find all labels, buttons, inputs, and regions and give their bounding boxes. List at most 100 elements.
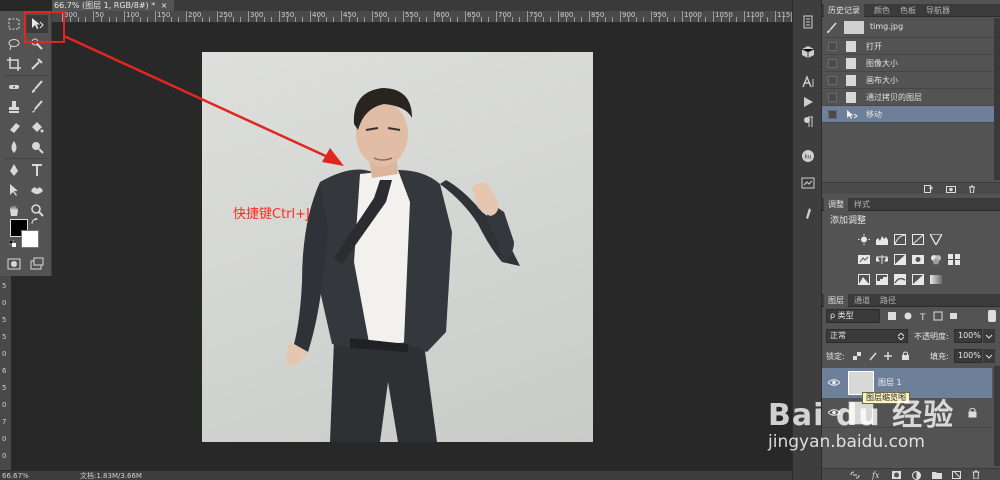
history-checkbox[interactable] xyxy=(828,42,837,51)
fill-input[interactable]: 100% xyxy=(954,349,982,363)
history-checkbox[interactable] xyxy=(828,93,837,102)
ruler-major-tick xyxy=(744,11,745,22)
history-checkbox[interactable] xyxy=(828,59,837,68)
ruler-minor-tick xyxy=(674,17,676,22)
link-layers-icon[interactable] xyxy=(850,471,860,479)
ruler-major-tick xyxy=(651,11,652,22)
layers-panel-footer: fx xyxy=(822,468,1000,480)
history-snapshot-row[interactable]: timg.jpg xyxy=(822,18,994,38)
blend-mode-select[interactable]: 正常 xyxy=(826,329,908,343)
ruler-minor-tick xyxy=(426,17,428,22)
vibrance-icon[interactable] xyxy=(928,233,944,247)
threshold-icon[interactable] xyxy=(894,274,906,285)
ruler-tick-label: 0 xyxy=(2,435,7,443)
history-item-label: 图像大小 xyxy=(866,59,898,68)
lock-icon xyxy=(968,407,977,418)
selective-color-icon[interactable] xyxy=(930,274,942,285)
info-panel-icon[interactable] xyxy=(800,175,816,191)
ruler-minor-tick xyxy=(596,17,598,22)
ruler-minor-tick xyxy=(666,17,668,22)
exposure-icon[interactable] xyxy=(912,234,924,245)
swap-colors-icon[interactable] xyxy=(31,217,39,226)
layers-scrollbar[interactable] xyxy=(994,366,1000,466)
history-item[interactable]: 画布大小 xyxy=(822,72,994,89)
new-group-folder-icon[interactable] xyxy=(932,471,942,479)
3d-panel-icon[interactable] xyxy=(800,44,816,60)
history-scrollbar[interactable] xyxy=(994,18,1000,180)
trash-icon[interactable] xyxy=(968,185,976,193)
character-panel-icon[interactable] xyxy=(800,74,816,90)
fill-dropdown-button[interactable] xyxy=(983,349,995,363)
layer-style-fx-icon[interactable]: fx xyxy=(872,470,882,480)
history-panel-icon[interactable] xyxy=(800,14,816,30)
ruler-minor-tick xyxy=(488,17,490,22)
adjustments-panel-tabs: 调整 样式 xyxy=(822,198,1000,211)
ruler-tick-label: 5 xyxy=(2,384,7,392)
tab-adjustments[interactable]: 调整 xyxy=(824,198,848,211)
zoom-tool-icon[interactable] xyxy=(26,201,48,219)
new-adjustment-layer-icon[interactable] xyxy=(912,471,921,480)
layer-filter-select[interactable]: ρ 类型 xyxy=(826,309,880,323)
history-item[interactable]: 打开 xyxy=(822,38,994,55)
history-item[interactable]: 图像大小 xyxy=(822,55,994,72)
tab-history[interactable]: 历史记录 xyxy=(824,4,864,17)
color-balance-icon[interactable] xyxy=(875,254,889,265)
black-white-icon[interactable] xyxy=(894,254,906,265)
curves-icon[interactable] xyxy=(894,234,906,245)
kuler-panel-icon[interactable]: ku xyxy=(800,148,816,164)
ruler-minor-tick xyxy=(449,17,451,22)
channel-mixer-icon[interactable] xyxy=(930,254,942,265)
add-mask-icon[interactable] xyxy=(892,471,901,479)
tab-color[interactable]: 颜色 xyxy=(870,4,894,17)
opacity-dropdown-button[interactable] xyxy=(983,329,995,343)
gradient-map-icon[interactable] xyxy=(912,274,924,285)
brightness-contrast-icon[interactable] xyxy=(858,234,870,245)
paragraph-panel-icon[interactable] xyxy=(800,114,816,130)
tab-swatches[interactable]: 色板 xyxy=(896,4,920,17)
lock-icons[interactable] xyxy=(852,351,914,361)
zoom-level[interactable]: 66.67% xyxy=(2,471,29,480)
history-checkbox[interactable] xyxy=(828,76,837,85)
photo-filter-icon[interactable] xyxy=(912,254,924,265)
baidu-jingyan-watermark: Bai du 经验 jingyan.baidu.com xyxy=(760,382,960,462)
tab-paths[interactable]: 路径 xyxy=(876,294,900,307)
tab-styles[interactable]: 样式 xyxy=(850,198,874,211)
default-colors-icon[interactable] xyxy=(8,239,16,247)
history-item-selected[interactable]: 移动 xyxy=(822,106,994,123)
tool-presets-icon[interactable] xyxy=(800,205,816,221)
color-lookup-icon[interactable] xyxy=(948,254,960,265)
history-item[interactable]: 通过拷贝的图层 xyxy=(822,89,994,106)
ruler-tick-label: 5 xyxy=(2,282,7,290)
opacity-input[interactable]: 100% xyxy=(954,329,982,343)
move-tool-icon xyxy=(847,110,858,119)
background-color-swatch[interactable] xyxy=(21,230,39,248)
camera-snapshot-icon[interactable] xyxy=(946,185,956,193)
new-layer-icon[interactable] xyxy=(952,471,961,479)
tab-channels[interactable]: 通道 xyxy=(850,294,874,307)
invert-icon[interactable] xyxy=(858,274,870,285)
screen-mode-icon[interactable] xyxy=(26,255,48,273)
history-checkbox[interactable] xyxy=(828,110,837,119)
delete-layer-trash-icon[interactable] xyxy=(972,470,980,479)
watermark-url: jingyan.baidu.com xyxy=(768,432,925,452)
ruler-minor-tick xyxy=(689,17,691,22)
quick-mask-icon[interactable] xyxy=(3,255,25,273)
levels-icon[interactable] xyxy=(876,234,888,245)
hue-saturation-icon[interactable] xyxy=(858,254,870,265)
filter-toggle-switch[interactable] xyxy=(988,310,996,322)
new-document-from-state-icon[interactable] xyxy=(924,185,933,193)
ruler-minor-tick xyxy=(697,17,699,22)
tab-layers[interactable]: 图层 xyxy=(824,294,848,307)
ruler-major-tick xyxy=(434,11,435,22)
status-bar: 66.67% 文档:1.83M/3.66M xyxy=(0,470,792,480)
vertical-ruler[interactable]: 5 0 5 5 0 6 5 0 7 0 0 xyxy=(0,276,12,470)
ruler-major-tick xyxy=(775,11,776,22)
ruler-minor-tick xyxy=(782,17,784,22)
posterize-icon[interactable] xyxy=(876,274,888,285)
hand-tool-icon[interactable] xyxy=(3,201,25,219)
ruler-tick-label: 1100 xyxy=(746,11,764,19)
ruler-minor-tick xyxy=(759,17,761,22)
actions-play-icon[interactable] xyxy=(800,94,816,110)
tab-navigator[interactable]: 导航器 xyxy=(922,4,954,17)
ruler-major-tick xyxy=(713,11,714,22)
